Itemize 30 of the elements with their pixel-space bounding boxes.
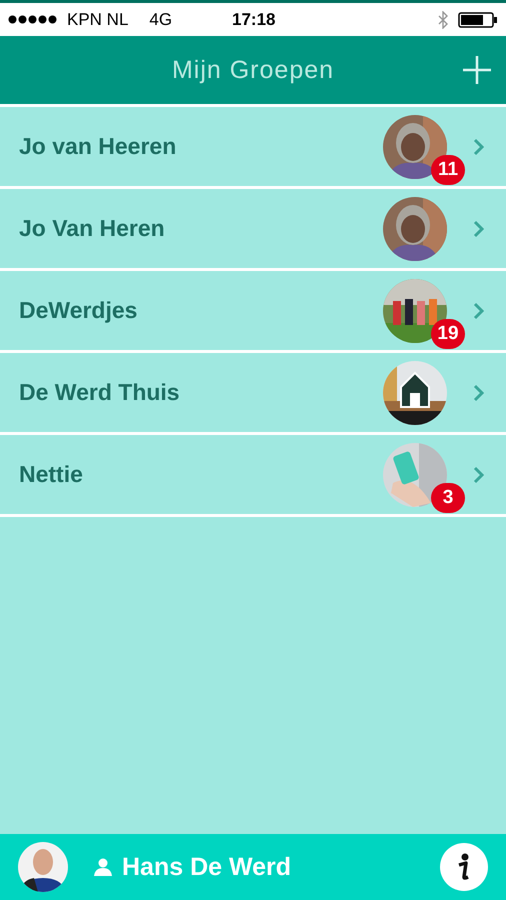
group-row[interactable]: Nettie 3 — [0, 432, 506, 517]
clock: 17:18 — [232, 10, 276, 30]
unread-count: 19 — [431, 318, 465, 348]
group-name: De Werd Thuis — [19, 379, 181, 406]
battery-icon — [458, 12, 498, 28]
chevron-right-icon — [473, 384, 484, 402]
info-button[interactable] — [440, 843, 488, 891]
bluetooth-icon — [438, 10, 448, 28]
chevron-right-icon — [473, 302, 484, 320]
add-button[interactable] — [462, 55, 492, 85]
network-type: 4G — [149, 10, 172, 30]
carrier-name: KPN NL — [67, 10, 128, 30]
group-name: Jo Van Heren — [19, 215, 166, 242]
page-title: Mijn Groepen — [172, 56, 334, 84]
plus-icon — [462, 55, 492, 85]
chevron-right-icon — [473, 220, 484, 238]
group-name: Jo van Heeren — [19, 133, 178, 160]
unread-count: 11 — [431, 154, 465, 184]
group-name: Nettie — [19, 461, 84, 488]
chevron-right-icon — [473, 138, 484, 156]
group-row[interactable]: Jo van Heeren 11 — [0, 104, 506, 186]
chevron-right-icon — [473, 466, 484, 484]
group-row[interactable]: Jo Van Heren — [0, 186, 506, 268]
user-name: Hans De Werd — [122, 852, 292, 882]
info-icon — [457, 853, 471, 881]
user-icon — [94, 858, 112, 876]
group-name: DeWerdjes — [19, 297, 138, 324]
group-row[interactable]: DeWerdjes 19 — [0, 268, 506, 350]
group-row[interactable]: De Werd Thuis — [0, 350, 506, 432]
unread-count: 3 — [431, 482, 465, 512]
